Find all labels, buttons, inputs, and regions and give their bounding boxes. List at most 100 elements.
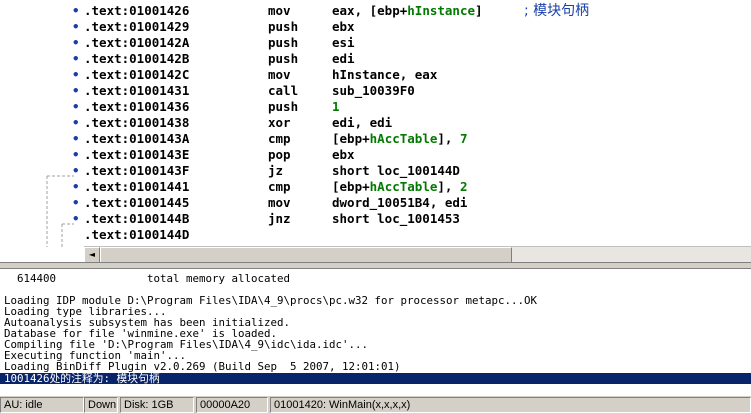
operand-token: ebx — [332, 147, 355, 162]
current-location: 01001420: WinMain(x,x,x,x) — [270, 397, 751, 413]
line-marker-icon: • — [72, 99, 80, 114]
operand-token: ], — [437, 131, 460, 146]
mnemonic: jnz — [268, 211, 291, 226]
output-window[interactable]: 614400 total memory allocated Loading ID… — [0, 269, 751, 396]
code-line[interactable]: • .text:01001431 call sub_10039F0 — [72, 83, 751, 99]
operand-token: dword_10051B4, edi — [332, 195, 468, 210]
line-address: .text:01001438 — [84, 115, 190, 130]
line-marker-icon: • — [72, 179, 80, 194]
code-line[interactable]: • .text:0100144B jnz short loc_1001453 — [72, 211, 751, 227]
line-address: .text:01001426 — [84, 3, 190, 18]
mnemonic: push — [268, 51, 299, 66]
code-line[interactable]: • .text:01001426 mov eax, [ebp+hInstance] ; … — [72, 3, 751, 19]
line-comment: ; 模块句柄 — [524, 3, 590, 19]
operands: sub_10039F0 — [332, 83, 415, 99]
line-address: .text:0100142C — [84, 67, 190, 82]
operand-token: 7 — [459, 131, 468, 146]
code-line[interactable]: • .text:01001436 push 1 — [72, 99, 751, 115]
mnemonic: mov — [268, 67, 291, 82]
mnemonic: mov — [268, 3, 291, 18]
operand-token: hAccTable — [369, 131, 438, 146]
file-offset: 00000A20 — [196, 397, 268, 413]
line-address: .text:0100142B — [84, 51, 190, 66]
line-address: .text:01001429 — [84, 19, 190, 34]
scroll-thumb[interactable] — [100, 247, 512, 262]
operand-token: sub_10039F0 — [332, 83, 415, 98]
line-marker-icon: • — [72, 83, 80, 98]
code-line[interactable]: • .text:0100142A push esi — [72, 35, 751, 51]
disassembly-view[interactable]: • .text:01001426 mov eax, [ebp+hInstance] ; … — [0, 0, 751, 263]
operand-token: ], — [437, 179, 460, 194]
line-marker-icon: • — [72, 195, 80, 210]
line-address: .text:0100143F — [84, 163, 190, 178]
operands: edi — [332, 51, 355, 67]
code-line[interactable]: • .text:0100143A cmp [ebp+hAccTable], 7 — [72, 131, 751, 147]
operands: eax, [ebp+hInstance] — [332, 3, 483, 19]
mnemonic: mov — [268, 195, 291, 210]
operand-token: short loc_1001453 — [332, 211, 460, 226]
operands: ebx — [332, 19, 355, 35]
selected-message[interactable]: 1001426处的注释为: 模块句柄 — [0, 373, 751, 384]
code-lines: • .text:01001426 mov eax, [ebp+hInstance] ; … — [72, 3, 751, 243]
line-address: .text:0100144B — [84, 211, 190, 226]
mnemonic: call — [268, 83, 299, 98]
code-line[interactable]: • .text:01001429 push ebx — [72, 19, 751, 35]
code-line[interactable]: • .text:01001441 cmp [ebp+hAccTable], 2 — [72, 179, 751, 195]
line-marker-icon: • — [72, 115, 80, 130]
line-marker-icon: • — [72, 163, 80, 178]
status-bar: AU: idle Down Disk: 1GB 00000A20 0100142… — [0, 396, 751, 413]
operand-token: 1 — [332, 99, 340, 114]
mnemonic: push — [268, 99, 299, 114]
mnemonic: push — [268, 19, 299, 34]
line-address: .text:0100144D — [84, 227, 190, 242]
line-address: .text:0100143E — [84, 147, 190, 162]
line-address: .text:0100142A — [84, 35, 190, 50]
line-marker-icon: • — [72, 35, 80, 50]
operands: edi, edi — [332, 115, 392, 131]
operands: [ebp+hAccTable], 2 — [332, 179, 467, 195]
horizontal-scrollbar[interactable]: ◄ — [84, 246, 751, 262]
scroll-left-arrow-icon[interactable]: ◄ — [84, 247, 100, 262]
operand-token: edi — [332, 51, 355, 66]
mnemonic: cmp — [268, 131, 291, 146]
operand-token: ebx — [332, 19, 355, 34]
operand-token: short loc_100144D — [332, 163, 460, 178]
mnemonic: push — [268, 35, 299, 50]
operands: [ebp+hAccTable], 7 — [332, 131, 467, 147]
operands: short loc_100144D — [332, 163, 460, 179]
code-line[interactable]: .text:0100144D — [84, 227, 751, 243]
line-marker-icon: • — [72, 3, 80, 18]
code-line[interactable]: • .text:01001438 xor edi, edi — [72, 115, 751, 131]
line-marker-icon: • — [72, 67, 80, 82]
line-marker-icon: • — [72, 19, 80, 34]
mnemonic: pop — [268, 147, 291, 162]
operand-token: 2 — [459, 179, 468, 194]
disk-space: Disk: 1GB — [120, 397, 194, 413]
code-line[interactable]: • .text:0100143F jz short loc_100144D — [72, 163, 751, 179]
line-marker-icon: • — [72, 51, 80, 66]
line-marker-icon: • — [72, 131, 80, 146]
line-address: .text:01001431 — [84, 83, 190, 98]
line-marker-icon: • — [72, 147, 80, 162]
line-address: .text:01001441 — [84, 179, 190, 194]
memory-line: 614400 total memory allocated — [4, 272, 291, 285]
operand-token: [ebp+ — [332, 131, 370, 146]
line-address: .text:0100143A — [84, 131, 190, 146]
code-line[interactable]: • .text:0100142B push edi — [72, 51, 751, 67]
operand-token: ] — [475, 3, 483, 18]
operand-token: eax, [ebp+ — [332, 3, 408, 18]
search-direction: Down — [84, 397, 118, 413]
line-address: .text:01001436 — [84, 99, 190, 114]
code-line[interactable]: • .text:0100142C mov hInstance, eax — [72, 67, 751, 83]
output-message: Loading BinDiff Plugin v2.0.269 (Build S… — [4, 360, 401, 373]
line-address: .text:01001445 — [84, 195, 190, 210]
operands: ebx — [332, 147, 355, 163]
code-line[interactable]: • .text:01001445 mov dword_10051B4, edi — [72, 195, 751, 211]
autoanalysis-status: AU: idle — [0, 397, 84, 413]
mnemonic: jz — [268, 163, 284, 178]
code-line[interactable]: • .text:0100143E pop ebx — [72, 147, 751, 163]
mnemonic: xor — [268, 115, 291, 130]
operand-token: edi, edi — [332, 115, 393, 130]
mnemonic: cmp — [268, 179, 291, 194]
operand-token: esi — [332, 35, 355, 50]
